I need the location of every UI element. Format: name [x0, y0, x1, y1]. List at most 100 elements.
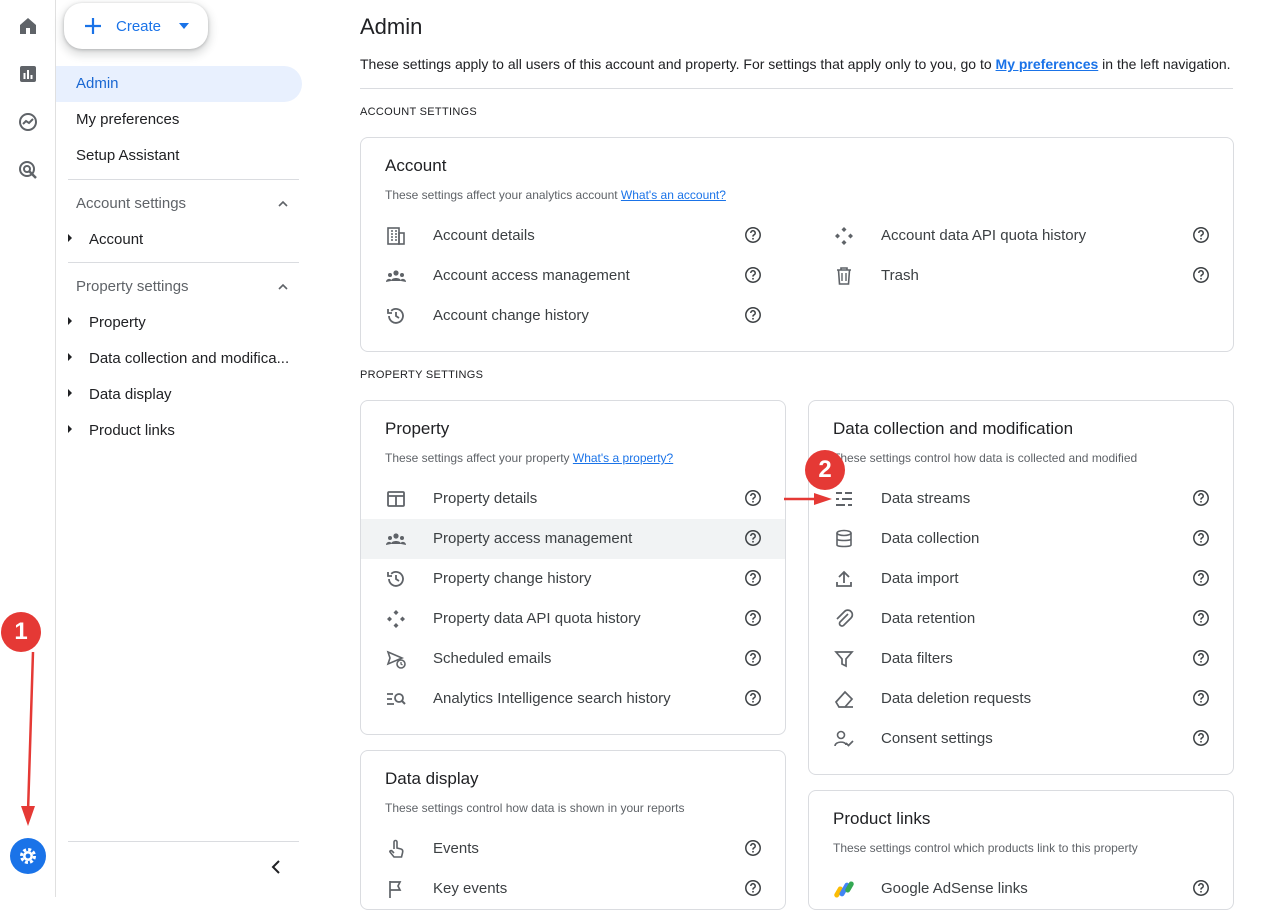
data-collection-card: Data collection and modification These s…	[808, 400, 1234, 775]
expand-arrow-icon	[68, 234, 72, 242]
account-settings-label: Account settings	[76, 195, 187, 212]
history-icon	[385, 305, 407, 327]
account-card: Account These settings affect your analy…	[360, 137, 1234, 352]
tree-product-links[interactable]: Product links	[68, 422, 300, 439]
help-icon[interactable]	[1192, 729, 1210, 747]
product-links-card: Product links These settings control whi…	[808, 790, 1234, 910]
account-settings-caption: ACCOUNT SETTINGS	[360, 106, 478, 118]
whats-an-account-link[interactable]: What's an account?	[621, 188, 726, 202]
account-details-row[interactable]: Account details	[361, 216, 785, 256]
help-icon[interactable]	[1192, 689, 1210, 707]
account-change-history-label: Account change history	[433, 307, 589, 324]
intro-after: in the left navigation.	[1098, 56, 1231, 72]
property-change-history-label: Property change history	[433, 570, 592, 587]
history-icon	[385, 568, 407, 590]
help-icon[interactable]	[1192, 569, 1210, 587]
help-icon[interactable]	[1192, 226, 1210, 244]
help-icon[interactable]	[744, 226, 762, 244]
ai-search-history-row[interactable]: Analytics Intelligence search history	[361, 679, 785, 719]
nav-setup-assistant[interactable]: Setup Assistant	[56, 138, 302, 174]
property-details-label: Property details	[433, 490, 538, 507]
trash-row[interactable]: Trash	[809, 256, 1233, 296]
property-details-row[interactable]: Property details	[361, 479, 785, 519]
collapse-nav-chevron-icon[interactable]	[268, 858, 286, 876]
account-api-quota-label: Account data API quota history	[881, 227, 1087, 244]
tree-property-label: Property	[89, 314, 146, 331]
tree-data-display[interactable]: Data display	[68, 386, 300, 403]
consent-settings-row[interactable]: Consent settings	[809, 719, 1233, 759]
people-icon	[385, 265, 407, 287]
account-change-history-row[interactable]: Account change history	[361, 296, 785, 336]
property-access-row[interactable]: Property access management	[361, 519, 785, 559]
help-icon[interactable]	[744, 879, 762, 897]
create-button[interactable]: Create	[64, 3, 208, 49]
data-import-row[interactable]: Data import	[809, 559, 1233, 599]
plus-icon	[85, 18, 101, 34]
account-access-label: Account access management	[433, 267, 630, 284]
api-diamond-icon	[833, 225, 855, 247]
help-icon[interactable]	[744, 529, 762, 547]
help-icon[interactable]	[744, 689, 762, 707]
tree-account[interactable]: Account	[68, 231, 300, 248]
help-icon[interactable]	[744, 609, 762, 627]
help-icon[interactable]	[744, 839, 762, 857]
data-collection-card-subtitle: These settings control how data is colle…	[833, 451, 1138, 465]
account-settings-header[interactable]: Account settings	[76, 195, 290, 212]
adsense-links-row[interactable]: Google AdSense links	[809, 869, 1233, 909]
help-icon[interactable]	[744, 266, 762, 284]
help-icon[interactable]	[1192, 489, 1210, 507]
data-streams-row[interactable]: Data streams	[809, 479, 1233, 519]
property-settings-header[interactable]: Property settings	[76, 278, 290, 295]
divider	[68, 262, 299, 263]
property-api-quota-row[interactable]: Property data API quota history	[361, 599, 785, 639]
tree-property[interactable]: Property	[68, 314, 300, 331]
intro-text: These settings apply to all users of thi…	[360, 56, 1231, 72]
data-retention-label: Data retention	[881, 610, 976, 627]
help-icon[interactable]	[744, 649, 762, 667]
property-card-subtitle: These settings affect your property What…	[385, 451, 673, 465]
help-icon[interactable]	[1192, 609, 1210, 627]
help-icon[interactable]	[1192, 529, 1210, 547]
explore-icon[interactable]	[16, 110, 40, 134]
database-icon	[833, 528, 855, 550]
tree-account-label: Account	[89, 231, 144, 248]
admin-gear-icon[interactable]	[10, 838, 46, 874]
my-preferences-link[interactable]: My preferences	[996, 56, 1099, 72]
help-icon[interactable]	[744, 569, 762, 587]
key-events-row[interactable]: Key events	[361, 869, 785, 909]
account-access-row[interactable]: Account access management	[361, 256, 785, 296]
help-icon[interactable]	[1192, 649, 1210, 667]
people-icon	[385, 528, 407, 550]
reports-icon[interactable]	[16, 62, 40, 86]
divider	[360, 88, 1233, 89]
events-label: Events	[433, 840, 479, 857]
events-row[interactable]: Events	[361, 829, 785, 869]
nav-my-preferences[interactable]: My preferences	[56, 102, 302, 138]
property-api-quota-label: Property data API quota history	[433, 610, 641, 627]
help-icon[interactable]	[1192, 266, 1210, 284]
help-icon[interactable]	[744, 489, 762, 507]
help-icon[interactable]	[744, 306, 762, 324]
home-icon[interactable]	[16, 14, 40, 38]
data-filters-row[interactable]: Data filters	[809, 639, 1233, 679]
property-card-subtitle-text: These settings affect your property	[385, 451, 573, 465]
page-title: Admin	[360, 14, 423, 39]
create-label: Create	[116, 18, 162, 35]
whats-a-property-link[interactable]: What's a property?	[573, 451, 673, 465]
account-api-quota-row[interactable]: Account data API quota history	[809, 216, 1233, 256]
data-collection-card-title: Data collection and modification	[833, 419, 1074, 438]
data-display-card: Data display These settings control how …	[360, 750, 786, 910]
scheduled-emails-row[interactable]: Scheduled emails	[361, 639, 785, 679]
nav-admin[interactable]: Admin	[56, 66, 302, 102]
data-collection-row[interactable]: Data collection	[809, 519, 1233, 559]
attachment-icon	[833, 608, 855, 630]
data-retention-row[interactable]: Data retention	[809, 599, 1233, 639]
caret-down-icon[interactable]	[179, 23, 189, 29]
property-change-history-row[interactable]: Property change history	[361, 559, 785, 599]
tree-data-collection[interactable]: Data collection and modifica...	[68, 350, 300, 367]
data-deletion-row[interactable]: Data deletion requests	[809, 679, 1233, 719]
help-icon[interactable]	[1192, 879, 1210, 897]
left-rail	[0, 0, 56, 897]
advertising-icon[interactable]	[16, 158, 40, 182]
key-events-label: Key events	[433, 880, 508, 897]
